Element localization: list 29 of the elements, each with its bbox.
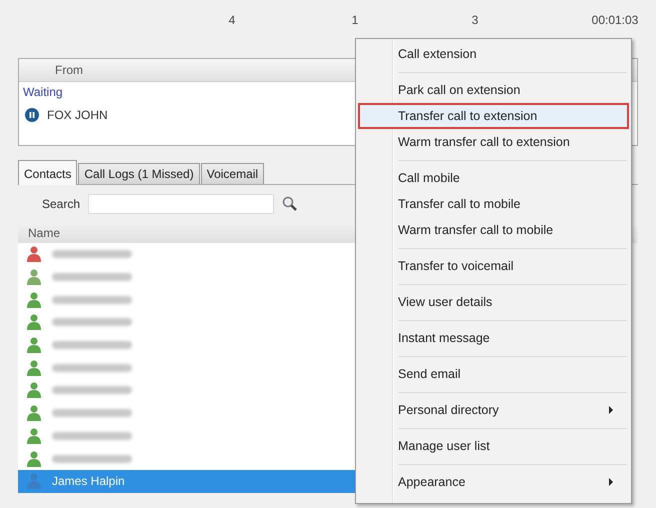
search-label: Search (42, 197, 80, 211)
menu-item[interactable]: Manage user list (358, 433, 629, 459)
menu-item[interactable]: Instant message (358, 325, 629, 351)
menu-item[interactable]: Park call on extension (358, 77, 629, 103)
menu-item[interactable]: Warm transfer call to mobile (358, 217, 629, 243)
tab[interactable]: Contacts (18, 160, 78, 185)
menu-item[interactable]: Call mobile (358, 165, 629, 191)
tab[interactable]: Voicemail (200, 163, 264, 184)
contact-name: James Halpin (52, 474, 125, 488)
header-value: 3 (470, 13, 480, 27)
caller-name[interactable]: FOX JOHN (47, 108, 108, 122)
menu-item[interactable]: Transfer call to mobile (358, 191, 629, 217)
search-field[interactable] (88, 194, 274, 214)
column-header: Name (28, 226, 60, 240)
header-value: 1 (350, 13, 360, 27)
menu-item[interactable]: Appearance (358, 469, 629, 495)
header-value: 00:01:03 (590, 13, 640, 27)
menu-item[interactable]: Send email (358, 361, 629, 387)
group-label: Waiting (23, 85, 63, 99)
menu-item[interactable]: Personal directory (358, 397, 629, 423)
menu-item[interactable]: Transfer call to extension (358, 103, 629, 129)
search-icon[interactable] (282, 196, 298, 212)
menu-item[interactable]: Transfer to voicemail (358, 253, 629, 279)
menu-item[interactable]: Warm transfer call to extension (358, 129, 629, 155)
menu-item[interactable]: View user details (358, 289, 629, 315)
menu-item[interactable]: Call extension (358, 41, 629, 67)
tab[interactable]: Call Logs (1 Missed) (78, 163, 200, 184)
column-header: From (55, 63, 83, 77)
header-value: 4 (228, 13, 236, 27)
